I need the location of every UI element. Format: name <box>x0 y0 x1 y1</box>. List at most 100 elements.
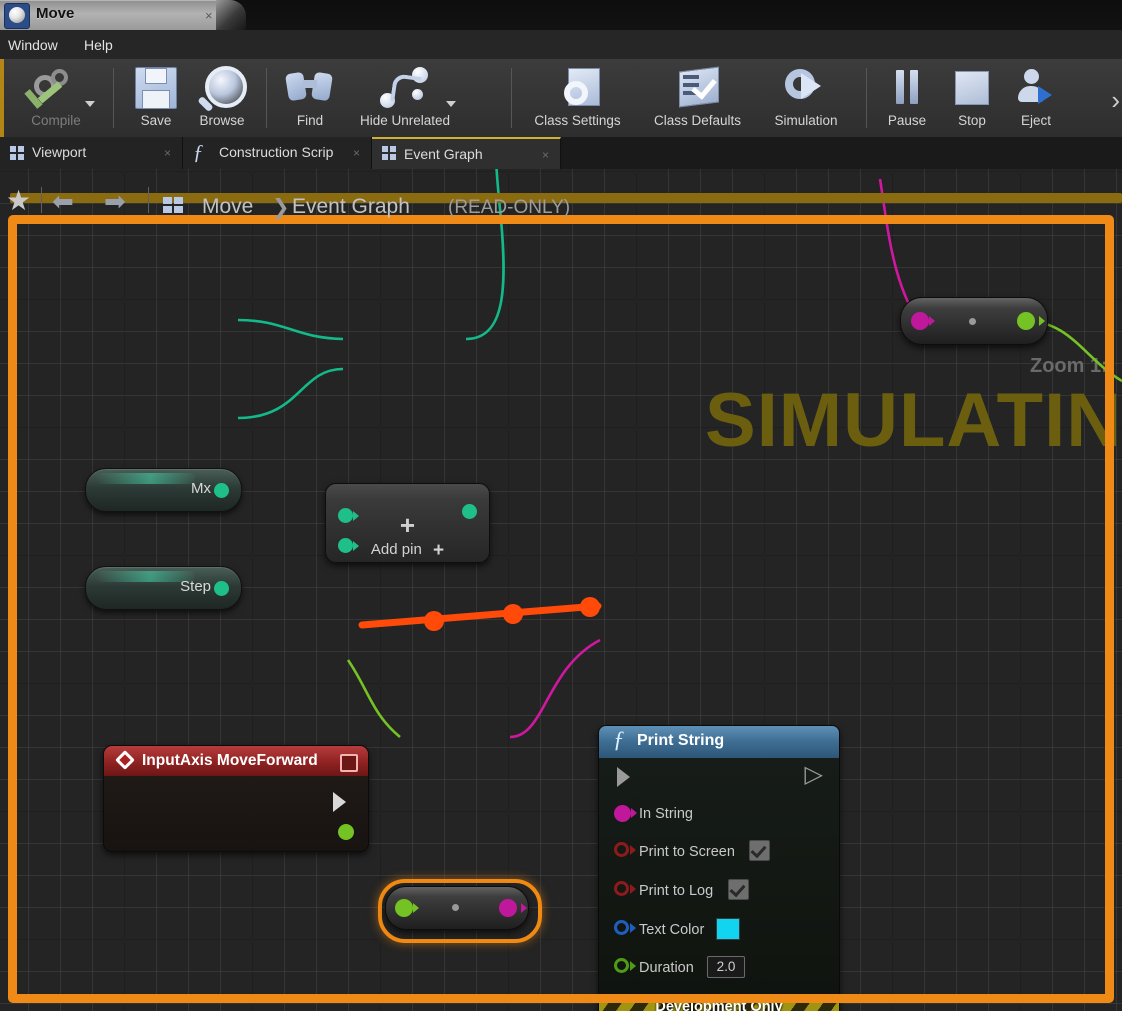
input-pin-string[interactable] <box>911 312 929 330</box>
input-pin-print-to-log[interactable] <box>614 881 629 896</box>
exec-input-pin[interactable] <box>617 767 630 787</box>
chevron-down-icon[interactable] <box>446 101 456 107</box>
output-pin-result[interactable] <box>462 504 477 519</box>
chevron-down-icon[interactable] <box>85 101 95 107</box>
magnifier-icon <box>180 61 264 113</box>
tab-event-graph[interactable]: Event Graph × <box>372 137 561 171</box>
checkbox-print-to-log[interactable] <box>728 879 749 900</box>
node-center-dot <box>452 904 459 911</box>
toolbar-button-hide-unrelated[interactable]: Hide Unrelated <box>340 61 470 135</box>
close-icon[interactable]: × <box>164 146 171 160</box>
wire-step-to-add <box>237 367 344 420</box>
menu-item-help[interactable]: Help <box>78 36 119 54</box>
exec-flow-dot <box>424 611 444 631</box>
output-pin-arrow <box>521 903 527 913</box>
toolbar-label-eject: Eject <box>1020 113 1051 128</box>
input-pin-float[interactable] <box>395 899 413 917</box>
toolbar-button-compile[interactable]: Compile <box>0 61 112 135</box>
window-title: Move <box>36 5 75 22</box>
toolbar-button-simulation[interactable]: Simulation <box>756 61 856 135</box>
input-pin-a-arrow <box>353 511 359 521</box>
exec-output-pin[interactable] <box>333 792 346 812</box>
tab-label-viewport: Viewport <box>32 144 87 160</box>
variable-node-mx[interactable]: Mx <box>85 468 242 512</box>
input-pin-arrow <box>631 808 637 818</box>
input-pin-print-to-screen[interactable] <box>614 842 629 857</box>
print-string-title: Print String <box>637 732 725 749</box>
wire-mx-to-add <box>237 318 344 341</box>
input-pin-duration[interactable] <box>614 958 629 973</box>
close-icon[interactable]: × <box>205 8 213 23</box>
output-pin-string[interactable] <box>499 899 517 917</box>
breadcrumb-leaf[interactable]: Event Graph <box>292 195 410 219</box>
breadcrumb-divider <box>41 187 42 213</box>
toolbar-button-browse[interactable]: Browse <box>180 61 264 135</box>
event-node-input-axis-moveforward[interactable]: InputAxis MoveForward Axis Value <box>103 745 369 852</box>
print-string-row-text-color: Text Color <box>599 918 839 948</box>
tab-construction-script[interactable]: ƒ Construction Scrip × <box>183 137 372 169</box>
red-square-icon[interactable] <box>340 754 358 772</box>
input-pin-arrow <box>413 903 419 913</box>
add-pin-button[interactable]: Add pin + <box>371 540 444 562</box>
input-duration-value[interactable]: 2.0 <box>707 956 745 978</box>
checkbox-print-to-screen[interactable] <box>749 840 770 861</box>
back-arrow-icon[interactable]: ⬅ <box>52 188 74 214</box>
output-pin-arrow <box>1039 316 1045 326</box>
add-node[interactable]: + Add pin + <box>325 483 490 563</box>
toolbar-button-class-defaults[interactable]: Class Defaults <box>640 61 755 135</box>
red-diamond-event-icon <box>115 750 135 770</box>
color-swatch-text-color[interactable] <box>716 918 740 940</box>
read-only-badge: (READ-ONLY) <box>448 197 571 218</box>
node-sheen <box>96 473 195 484</box>
grid-squares-icon <box>10 146 25 161</box>
menu-item-window[interactable]: Window <box>2 36 64 54</box>
print-string-row-duration: Duration 2.0 <box>599 956 839 986</box>
exec-flow-dot <box>580 597 600 617</box>
close-icon[interactable]: × <box>542 148 549 162</box>
print-string-row-in-string: In String <box>599 802 839 832</box>
development-only-banner: Development Only <box>599 997 839 1011</box>
print-string-label-text-color: Text Color <box>639 922 705 938</box>
tab-label-event-graph: Event Graph <box>404 146 483 162</box>
variable-node-step[interactable]: Step <box>85 566 242 610</box>
output-pin-axis-value[interactable] <box>338 824 354 840</box>
tab-viewport[interactable]: Viewport × <box>0 137 183 169</box>
event-graph-canvas[interactable]: SIMULATING BLUEPRINT CSDN @卜若 Zoom 1: <box>0 169 1122 1011</box>
convert-node-top[interactable] <box>900 297 1048 345</box>
print-string-label-duration: Duration <box>639 960 694 976</box>
close-icon[interactable]: × <box>353 146 360 160</box>
tab-label-construction-script: Construction Scrip <box>219 144 334 160</box>
output-pin-step[interactable] <box>214 581 229 596</box>
output-pin-float[interactable] <box>1017 312 1035 330</box>
wire-axis-value-to-convert <box>346 659 401 739</box>
toolbar-overflow-chevron[interactable]: › <box>1111 85 1120 116</box>
convert-node-selected[interactable] <box>385 886 529 930</box>
gear-play-icon <box>756 61 856 113</box>
print-string-header: ƒ Print String <box>599 726 839 758</box>
window-tab[interactable]: Move × <box>0 0 246 30</box>
input-pin-in-string[interactable] <box>614 805 631 822</box>
breadcrumb-root[interactable]: Move <box>202 195 253 219</box>
axis-value-label: Axis Value <box>262 850 332 851</box>
input-pin-a[interactable] <box>338 508 353 523</box>
toolbar-button-class-settings[interactable]: Class Settings <box>520 61 635 135</box>
toolbar-label-class-defaults: Class Defaults <box>653 113 742 128</box>
add-pin-label: Add pin <box>370 541 422 558</box>
breadcrumb-divider <box>148 187 149 213</box>
output-pin-mx[interactable] <box>214 483 229 498</box>
toolbar-separator <box>266 68 267 128</box>
favorite-star-icon[interactable]: ★ <box>6 187 31 215</box>
forward-arrow-icon[interactable]: ➡ <box>104 188 126 214</box>
input-pin-b[interactable] <box>338 538 353 553</box>
print-string-body: ▷ In String Print to Screen Print to Log… <box>599 758 839 997</box>
toolbar-separator <box>866 68 867 128</box>
input-pin-arrow <box>630 923 636 933</box>
event-node-header: InputAxis MoveForward <box>104 746 368 776</box>
exec-output-pin[interactable]: ▷ <box>805 762 823 786</box>
gear-document-icon <box>520 61 635 113</box>
print-string-label-in-string: In String <box>639 806 693 822</box>
function-node-print-string[interactable]: ƒ Print String ▷ In String Print to Scre… <box>598 725 840 1011</box>
print-string-exec-row: ▷ <box>599 762 839 794</box>
toolbar-button-eject[interactable]: Eject <box>998 61 1074 135</box>
input-pin-text-color[interactable] <box>614 920 629 935</box>
